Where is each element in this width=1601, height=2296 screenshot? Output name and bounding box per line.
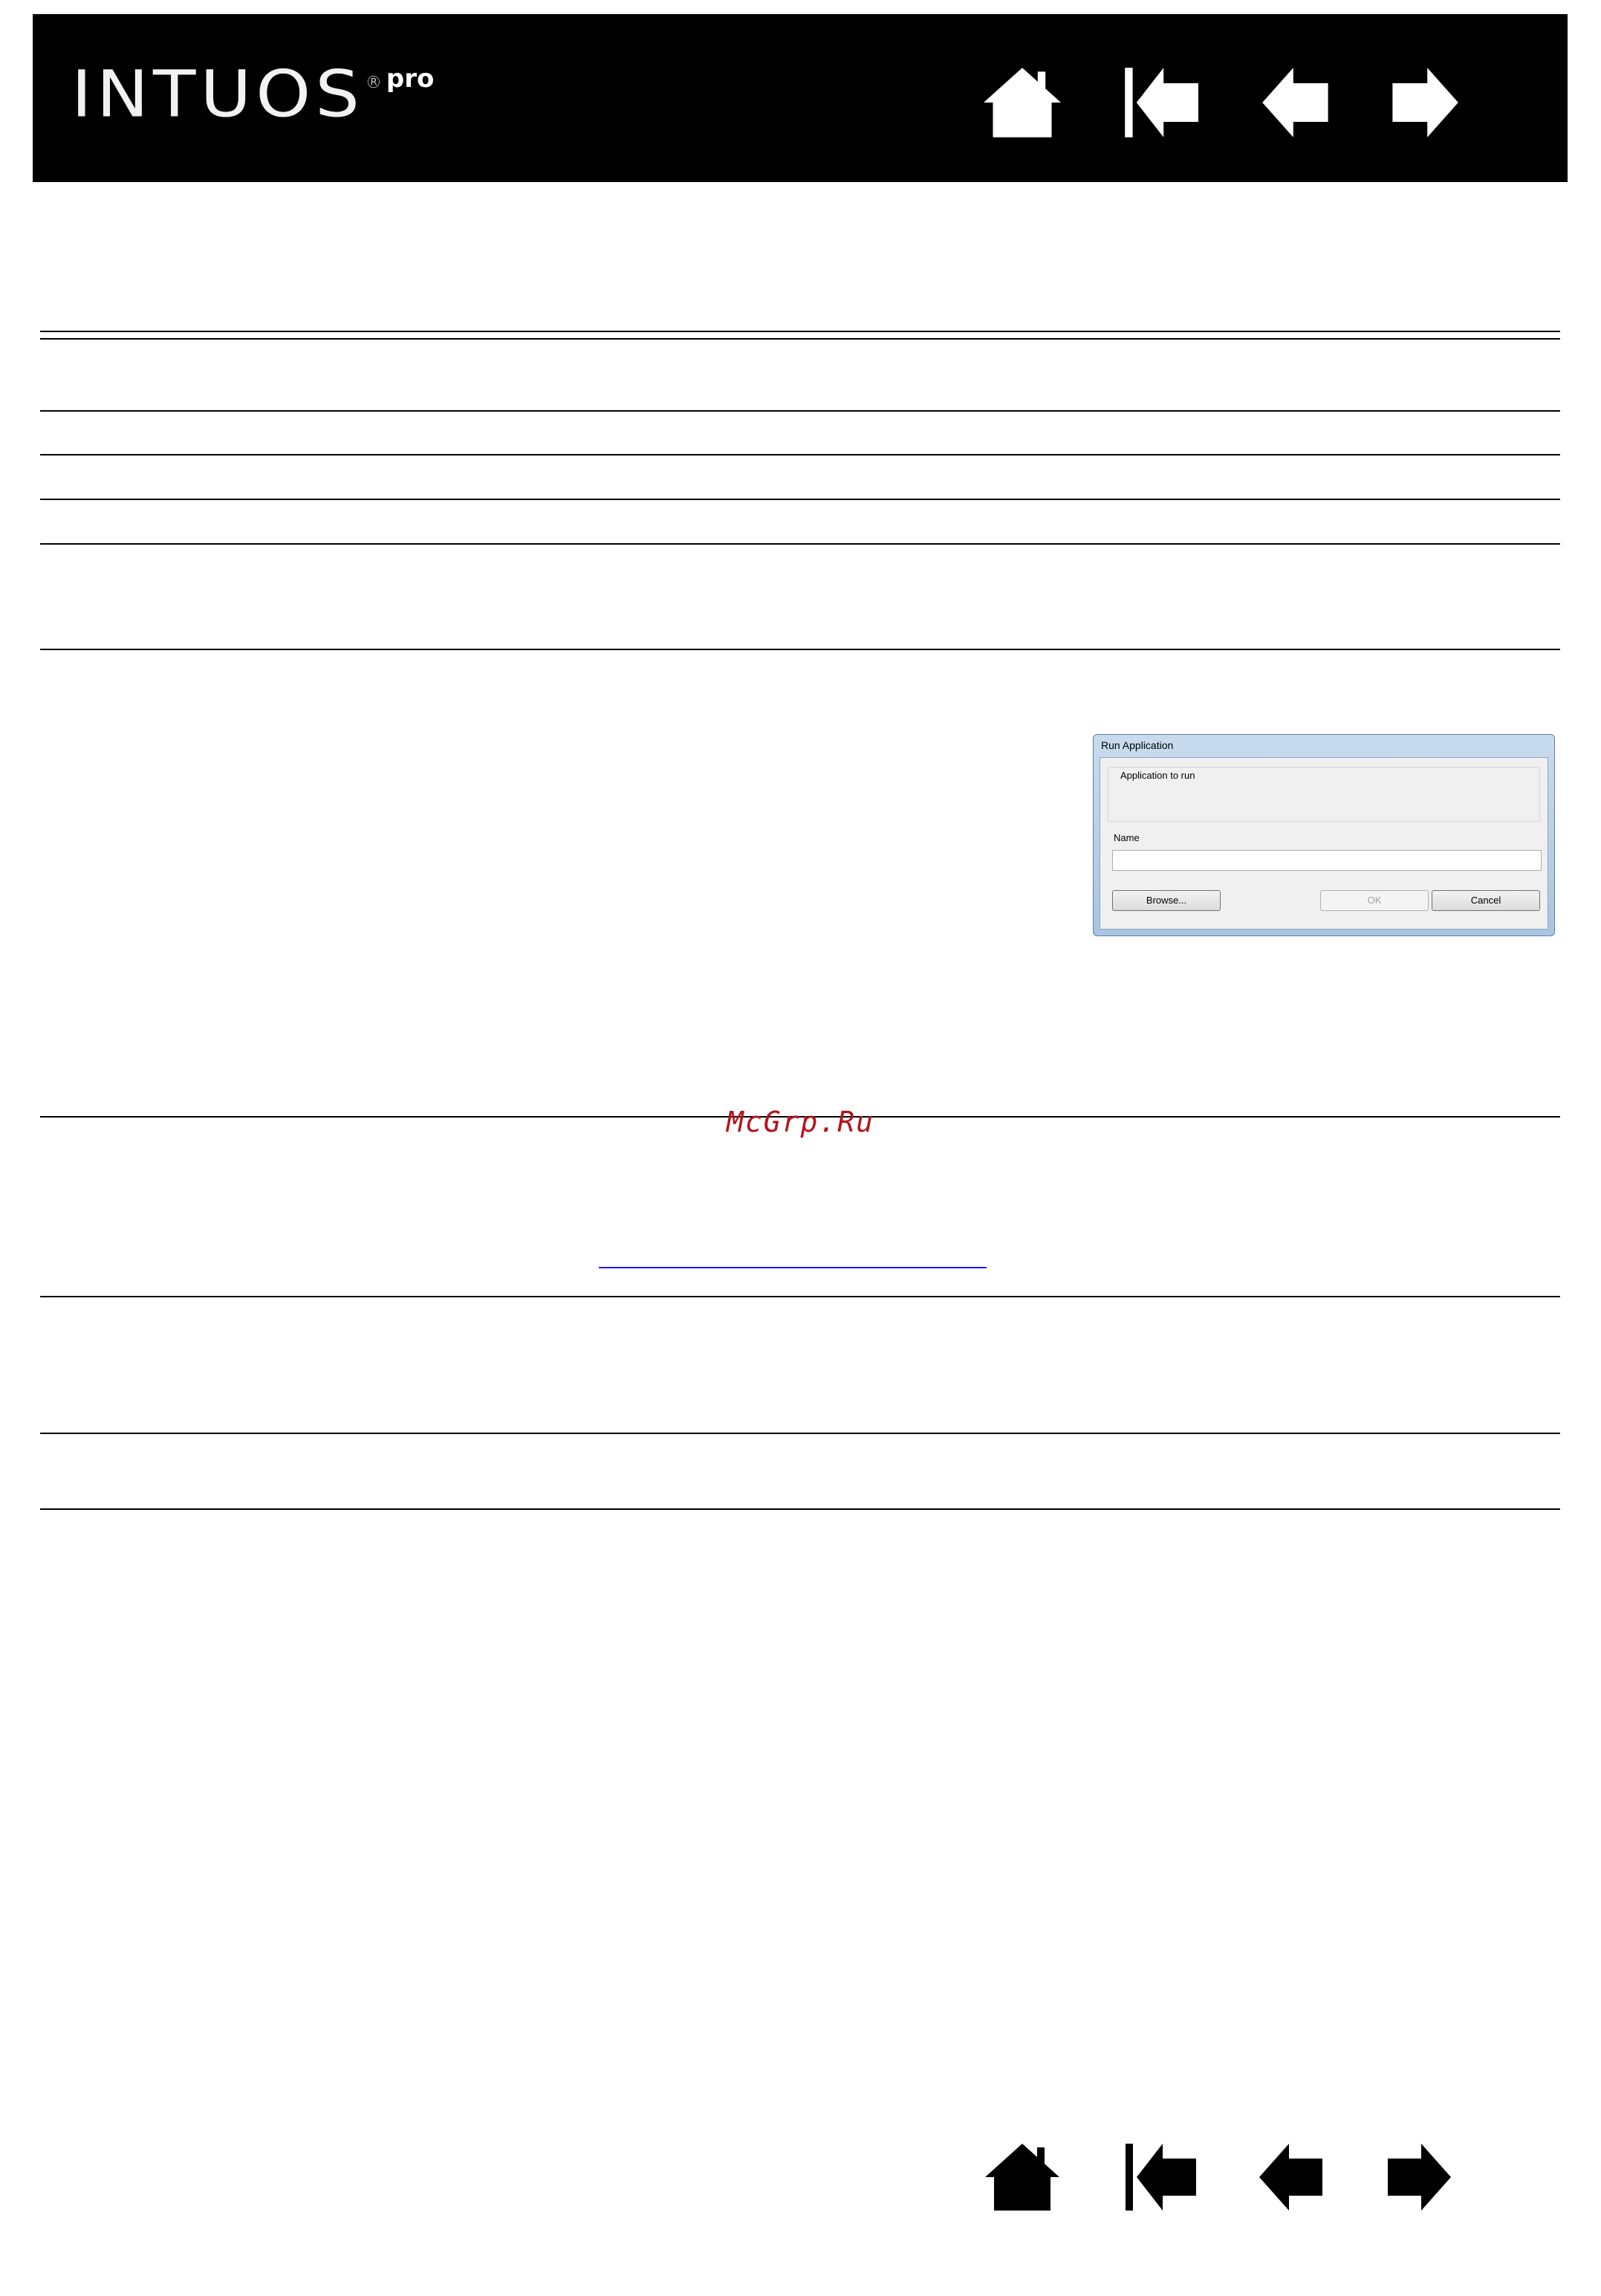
logo-wordmark: INTUOS [71,57,364,132]
header-band: INTUOS®pro [33,14,1568,182]
table-row-divider [40,649,1560,650]
application-to-run-group: Application to run [1108,767,1540,822]
first-page-button[interactable] [1121,64,1198,141]
next-arrow-icon [1392,68,1458,137]
next-page-button[interactable] [1385,64,1462,141]
cancel-button[interactable]: Cancel [1432,890,1540,911]
table-bottom-rule [40,1508,1560,1510]
table-row-divider [40,410,1560,412]
group-label: Application to run [1119,770,1197,781]
logo-suffix: pro [386,64,435,94]
watermark-text: McGrp.Ru [726,1106,875,1138]
run-application-dialog: Run Application Application to run Name … [1093,734,1555,936]
hyperlink-underline[interactable] [599,1267,987,1268]
registered-mark: ® [365,74,386,92]
intuos-pro-logo: INTUOS®pro [71,60,434,130]
ok-button[interactable]: OK [1320,890,1429,911]
previous-page-button-bottom[interactable] [1256,2140,1330,2214]
home-button[interactable] [984,64,1061,141]
table-header-rule [40,338,1560,340]
table-row-divider [40,1296,1560,1297]
previous-arrow-icon [1259,2144,1322,2211]
name-field[interactable] [1112,850,1542,871]
first-page-icon [1125,68,1198,137]
dialog-body: Application to run Name Browse... OK Can… [1100,757,1548,930]
table-row-divider [40,499,1560,500]
first-page-button-bottom[interactable] [1122,2140,1196,2214]
name-label: Name [1114,832,1140,843]
next-page-button-bottom[interactable] [1380,2140,1455,2214]
home-icon [985,2144,1059,2211]
next-arrow-icon [1388,2144,1451,2211]
table-row-divider [40,454,1560,455]
table-row-divider [40,543,1560,545]
previous-page-button[interactable] [1259,64,1336,141]
first-page-icon [1126,2144,1196,2211]
home-icon [984,68,1061,137]
home-button-bottom[interactable] [985,2140,1059,2214]
browse-button[interactable]: Browse... [1112,890,1221,911]
previous-arrow-icon [1262,68,1328,137]
table-row-divider [40,1433,1560,1434]
dialog-title: Run Application [1101,739,1174,751]
table-top-rule [40,331,1560,332]
